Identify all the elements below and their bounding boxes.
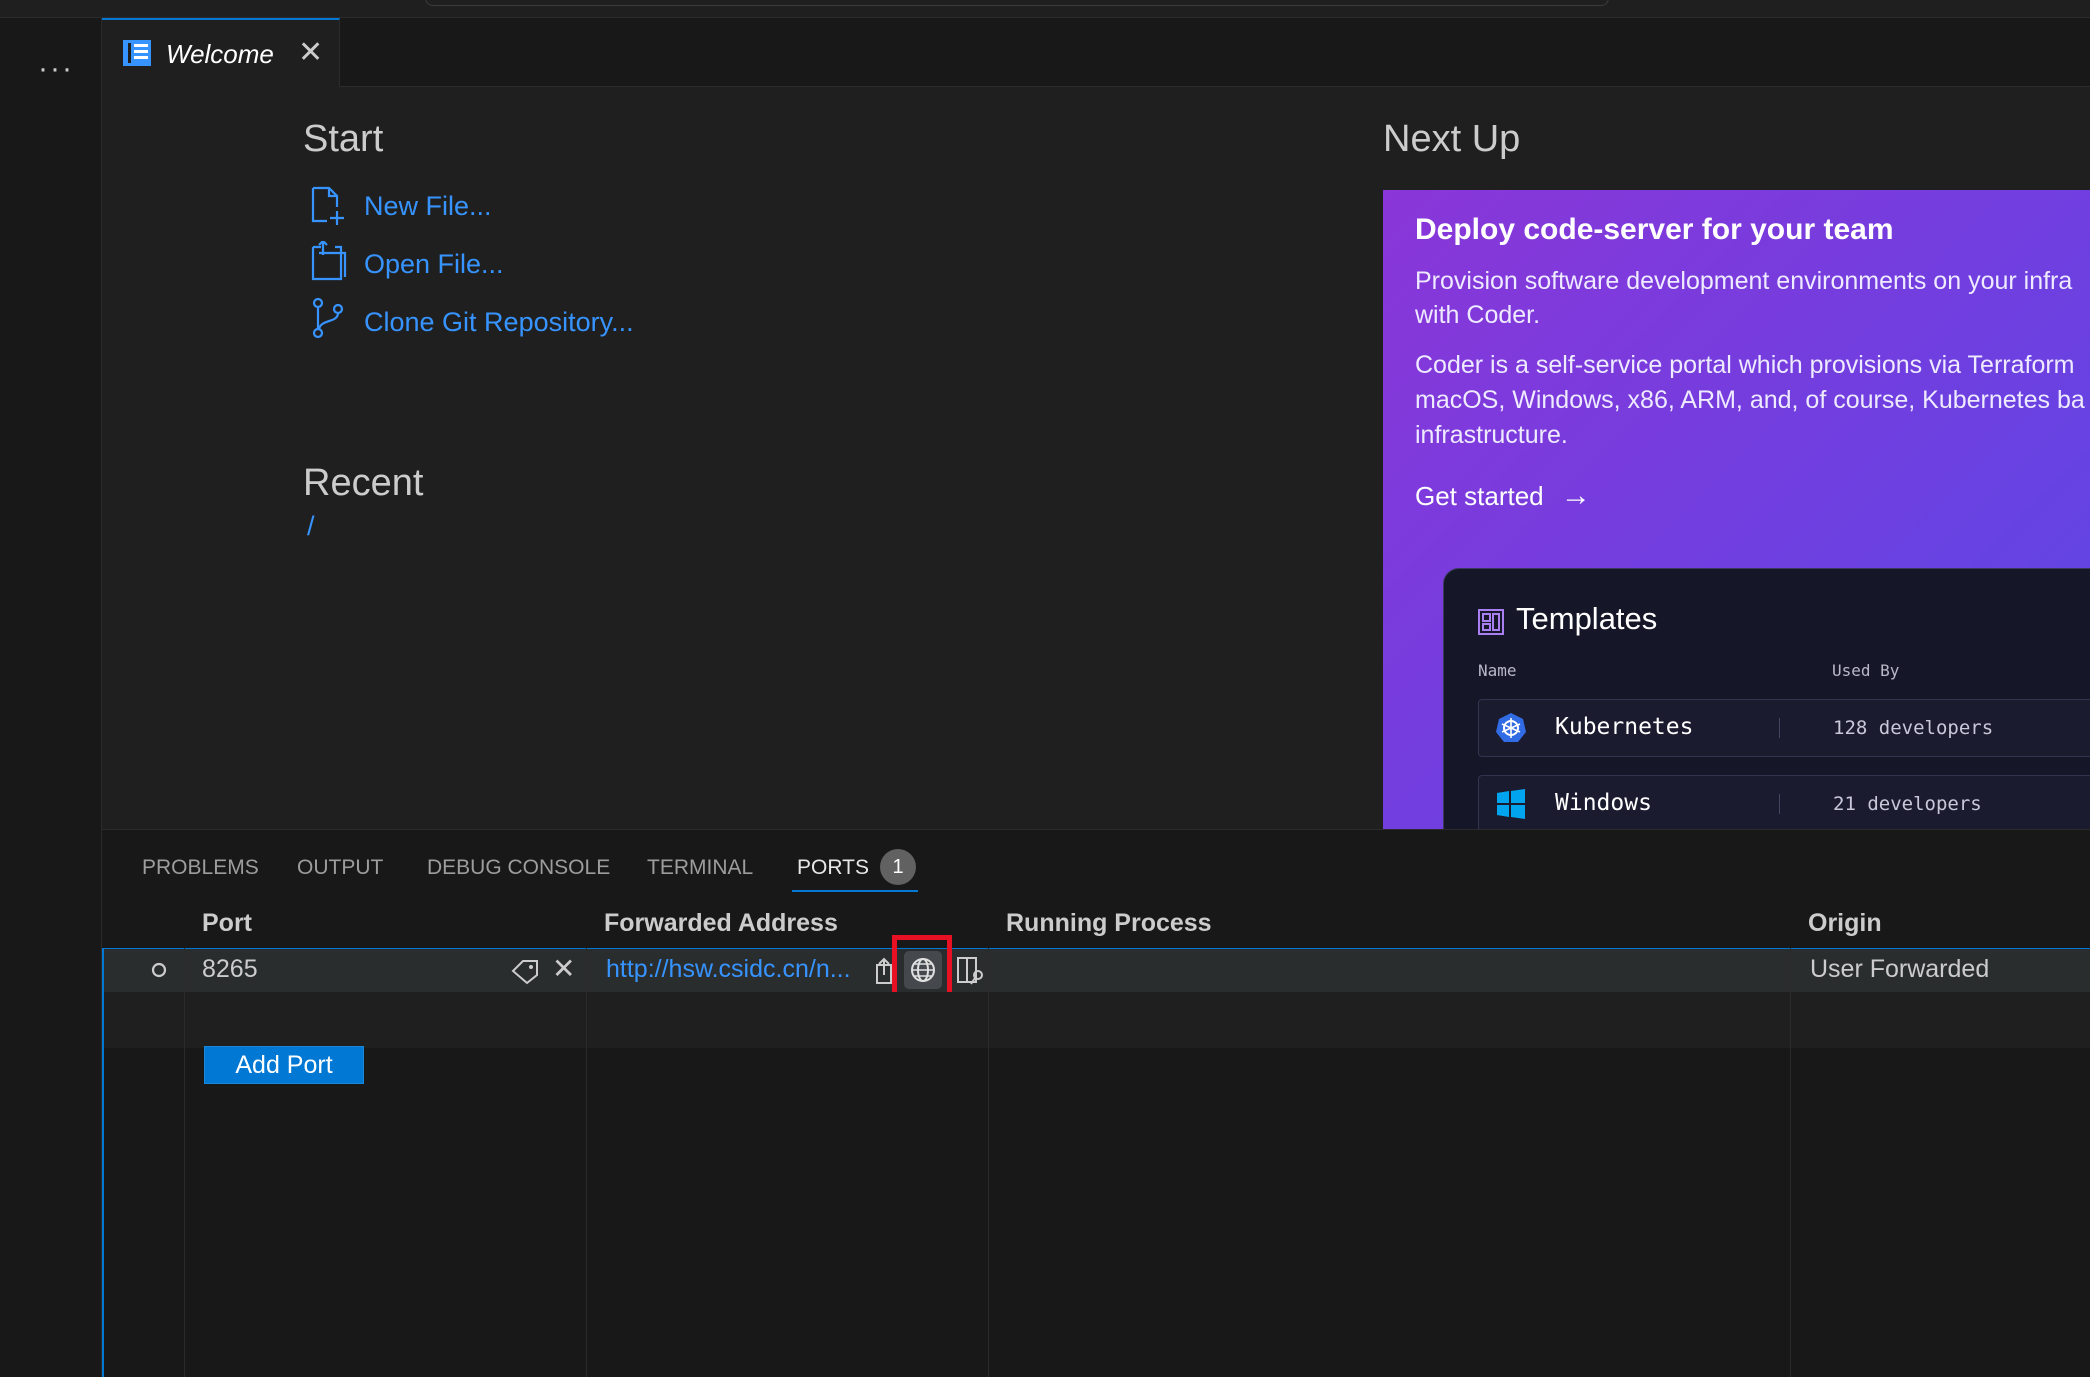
add-port-row: Add Port (104, 992, 2090, 1084)
templates-preview: Templates Name Used By Kubernetes 128 de… (1443, 568, 2090, 830)
preview-in-editor-icon[interactable] (956, 955, 986, 987)
templates-title: Templates (1516, 601, 1658, 636)
new-file-icon (311, 186, 344, 225)
template-name: Windows (1555, 790, 1652, 816)
more-actions-icon[interactable]: ··· (38, 54, 74, 84)
port-status-icon (151, 962, 167, 978)
stop-forwarding-icon[interactable]: ✕ (552, 951, 575, 987)
new-file-link[interactable]: New File... (364, 190, 492, 222)
open-file-link[interactable]: Open File... (364, 248, 504, 280)
close-icon[interactable]: ✕ (298, 36, 323, 70)
templates-col-name: Name (1478, 661, 1517, 680)
command-center[interactable] (425, 0, 1609, 6)
card-paragraph-2-line-1: Coder is a self-service portal which pro… (1415, 351, 2075, 379)
column-divider (586, 948, 587, 1377)
arrow-right-icon: → (1560, 479, 1591, 512)
port-value[interactable]: 8265 (202, 953, 258, 985)
tab-label: Welcome (166, 39, 274, 69)
ports-count-badge: 1 (880, 849, 916, 885)
tag-icon[interactable] (510, 957, 540, 985)
divider (1779, 794, 1780, 814)
activity-bar: ··· (0, 18, 102, 1376)
template-row: Windows 21 developers (1478, 775, 2090, 830)
table-row[interactable]: 8265 ✕ http://hsw.csidc.cn/n... User For… (104, 935, 2090, 1005)
coder-promo-card: Deploy code-server for your team Provisi… (1383, 190, 2090, 830)
column-forwarded-address[interactable]: Forwarded Address (604, 907, 838, 939)
tab-ports[interactable]: PORTS (797, 854, 869, 882)
column-origin[interactable]: Origin (1808, 907, 1882, 939)
recent-item[interactable]: / (307, 510, 315, 542)
column-port[interactable]: Port (202, 907, 252, 939)
clone-repo-link[interactable]: Clone Git Repository... (364, 306, 634, 338)
tab-debug-console[interactable]: DEBUG CONSOLE (427, 854, 610, 882)
kubernetes-icon (1496, 713, 1526, 742)
column-running-process[interactable]: Running Process (1006, 907, 1212, 939)
windows-icon (1497, 789, 1525, 819)
card-title: Deploy code-server for your team (1415, 213, 1894, 246)
bottom-panel: PROBLEMS OUTPUT DEBUG CONSOLE TERMINAL P… (102, 829, 2090, 1377)
tab-welcome[interactable]: Welcome ✕ (102, 18, 340, 87)
tab-problems[interactable]: PROBLEMS (142, 854, 259, 882)
template-used-by: 21 developers (1833, 793, 1982, 815)
template-name: Kubernetes (1555, 714, 1694, 740)
card-paragraph-1-line-1: Provision software development environme… (1415, 267, 2073, 295)
card-paragraph-2-line-3: infrastructure. (1415, 421, 1568, 449)
forwarded-address-link[interactable]: http://hsw.csidc.cn/n... (606, 953, 851, 985)
ports-table: 8265 ✕ http://hsw.csidc.cn/n... User For… (102, 935, 2090, 1377)
get-started-label: Get started (1415, 481, 1544, 511)
column-divider (988, 948, 989, 1377)
card-paragraph-2-line-2: macOS, Windows, x86, ARM, and, of course… (1415, 386, 2085, 414)
tab-terminal[interactable]: TERMINAL (647, 854, 753, 882)
editor-tab-strip (102, 18, 2090, 87)
recent-heading: Recent (303, 462, 424, 504)
origin-value: User Forwarded (1810, 955, 1990, 983)
column-divider (184, 948, 185, 1377)
welcome-icon (123, 40, 151, 66)
card-paragraph-1-line-2: with Coder. (1415, 301, 1541, 329)
get-started-link[interactable]: Get started → (1415, 480, 1591, 512)
templates-icon (1478, 609, 1504, 635)
start-heading: Start (303, 118, 384, 160)
next-up-heading: Next Up (1383, 118, 1521, 160)
tab-output[interactable]: OUTPUT (297, 854, 383, 882)
template-row: Kubernetes 128 developers (1478, 699, 2090, 757)
open-file-icon (311, 241, 347, 281)
active-tab-indicator (792, 890, 918, 892)
column-divider (1790, 948, 1791, 1377)
template-used-by: 128 developers (1833, 717, 1994, 739)
add-port-button[interactable]: Add Port (204, 1046, 364, 1084)
divider (1779, 718, 1780, 738)
git-branch-icon (312, 297, 344, 339)
templates-col-used: Used By (1832, 661, 1900, 680)
